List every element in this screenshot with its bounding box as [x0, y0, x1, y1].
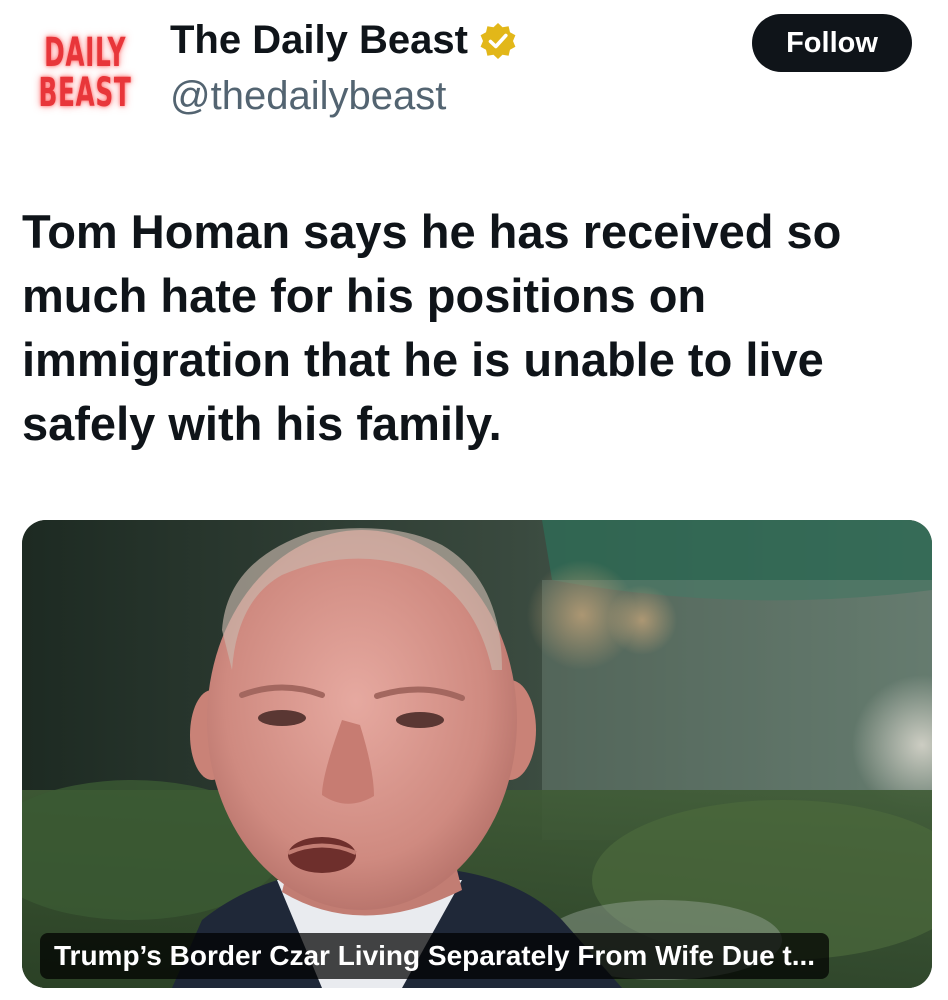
display-name[interactable]: The Daily Beast	[170, 18, 518, 63]
article-photo	[22, 520, 932, 988]
logo-text-line2: BEAST	[38, 70, 132, 116]
logo-text-line1: DAILY	[44, 30, 127, 76]
follow-button[interactable]: Follow	[752, 14, 912, 72]
link-card[interactable]: Trump’s Border Czar Living Separately Fr…	[22, 520, 932, 988]
display-name-text: The Daily Beast	[170, 18, 468, 62]
tweet-view: DAILY BEAST The Daily Beast @thedailybea…	[0, 0, 948, 1000]
account-handle[interactable]: @thedailybeast	[170, 74, 446, 119]
verified-badge-icon	[478, 21, 518, 61]
avatar[interactable]: DAILY BEAST	[26, 14, 144, 132]
card-headline: Trump’s Border Czar Living Separately Fr…	[40, 933, 830, 979]
tweet-text: Tom Homan says he has received so much h…	[22, 205, 842, 450]
